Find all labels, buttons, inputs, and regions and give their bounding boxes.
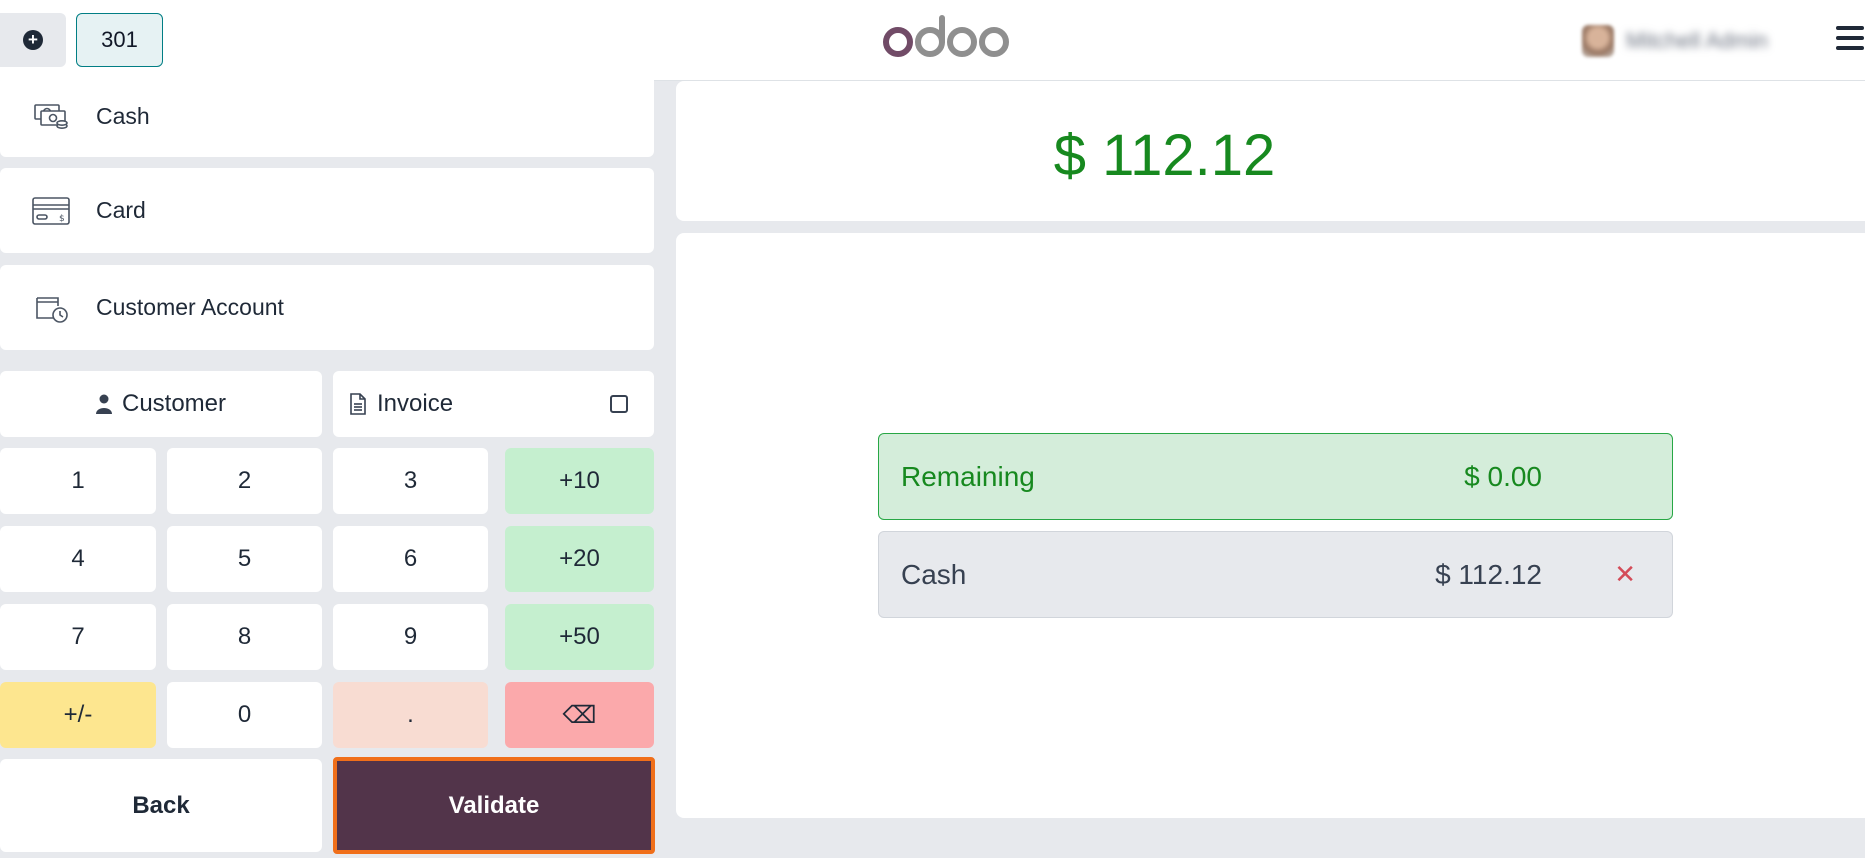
numpad-key-8[interactable]: 8 xyxy=(167,604,322,670)
numpad-key-7[interactable]: 7 xyxy=(0,604,156,670)
card-icon: $ xyxy=(30,195,72,227)
remaining-amount: $ 0.00 xyxy=(1464,460,1542,492)
user-menu[interactable]: Mitchell Admin xyxy=(1582,22,1792,60)
user-name: Mitchell Admin xyxy=(1626,28,1768,53)
numpad-key-0[interactable]: 0 xyxy=(167,682,322,748)
invoice-checkbox[interactable] xyxy=(610,395,628,413)
new-order-button[interactable]: + xyxy=(0,13,66,67)
user-icon xyxy=(95,394,112,414)
order-tab[interactable]: 301 xyxy=(76,13,163,67)
numpad-key-6[interactable]: 6 xyxy=(333,526,488,592)
backspace-icon[interactable]: ⌫ xyxy=(505,682,654,748)
numpad-key-plus50[interactable]: +50 xyxy=(505,604,654,670)
plus-circle-icon: + xyxy=(23,30,43,50)
invoice-button[interactable]: Invoice xyxy=(333,371,654,437)
svg-text:$: $ xyxy=(59,214,65,224)
customer-button[interactable]: Customer xyxy=(0,371,322,437)
delete-payment-line-icon[interactable]: ✕ xyxy=(1614,559,1636,590)
document-icon xyxy=(350,393,366,415)
hamburger-menu-icon[interactable] xyxy=(1836,26,1864,52)
back-button[interactable]: Back xyxy=(0,759,322,852)
payment-line-method: Cash xyxy=(901,558,967,590)
payment-line[interactable]: Cash $ 112.12 ✕ xyxy=(878,531,1673,618)
remaining-row: Remaining $ 0.00 xyxy=(878,433,1673,520)
payment-method-card[interactable]: $ Card xyxy=(0,168,654,253)
numpad-key-3[interactable]: 3 xyxy=(333,448,488,514)
order-tab-label: 301 xyxy=(101,27,138,52)
payment-method-label: Card xyxy=(96,197,146,223)
payment-method-customer-account[interactable]: Customer Account xyxy=(0,265,654,350)
numpad-key-5[interactable]: 5 xyxy=(167,526,322,592)
payment-method-label: Customer Account xyxy=(96,294,284,320)
avatar xyxy=(1582,25,1614,57)
customer-button-label: Customer xyxy=(121,390,227,417)
cash-icon xyxy=(30,100,72,132)
numpad-key-decimal[interactable]: . xyxy=(333,682,488,748)
numpad-key-2[interactable]: 2 xyxy=(167,448,322,514)
numpad-key-1[interactable]: 1 xyxy=(0,448,156,514)
remaining-label: Remaining xyxy=(901,460,1035,492)
payment-lines-panel: Remaining $ 0.00 Cash $ 112.12 ✕ xyxy=(676,233,1865,818)
payment-method-label: Cash xyxy=(96,102,150,129)
numpad-key-plus10[interactable]: +10 xyxy=(505,448,654,514)
payment-line-amount: $ 112.12 xyxy=(1435,558,1542,590)
total-due-panel: $ 112.12 xyxy=(676,81,1865,221)
numpad-key-4[interactable]: 4 xyxy=(0,526,156,592)
customer-account-icon xyxy=(30,292,72,324)
numpad-key-sign[interactable]: +/- xyxy=(0,682,156,748)
numpad-key-9[interactable]: 9 xyxy=(333,604,488,670)
payment-method-cash[interactable]: Cash xyxy=(0,75,654,157)
odoo-logo xyxy=(883,15,1009,57)
back-button-label: Back xyxy=(132,791,190,819)
total-amount: $ 112.12 xyxy=(1053,122,1276,188)
validate-button[interactable]: Validate xyxy=(333,757,655,854)
payment-left-panel: Cash $ Card Customer Account Customer In… xyxy=(0,75,667,858)
top-bar: + 301 Mitchell Admin xyxy=(0,0,1865,81)
invoice-button-label: Invoice xyxy=(377,390,454,417)
validate-button-label: Validate xyxy=(448,791,540,819)
numpad-key-plus20[interactable]: +20 xyxy=(505,526,654,592)
